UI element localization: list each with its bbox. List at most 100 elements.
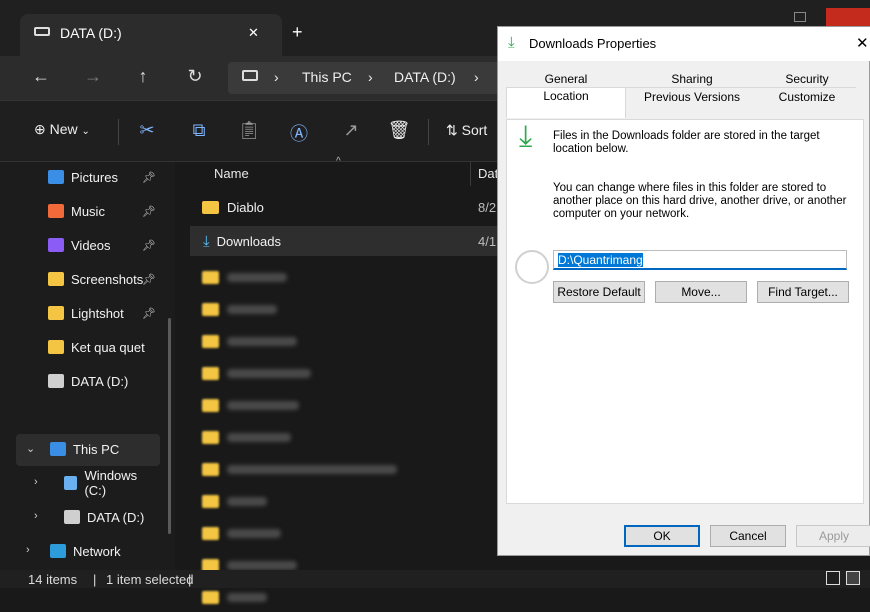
- list-item-date: 4/1: [478, 233, 497, 249]
- close-window-button[interactable]: [826, 8, 870, 26]
- tab-close-icon[interactable]: ✕: [248, 25, 259, 41]
- cut-icon[interactable]: ✂: [134, 120, 160, 141]
- delete-icon[interactable]: 🗑︎: [386, 120, 412, 141]
- folder-icon: [202, 430, 219, 444]
- location-description: Files in the Downloads folder are stored…: [553, 130, 820, 155]
- breadcrumb-data-drive[interactable]: DATA (D:): [394, 69, 456, 85]
- chevron-right-icon[interactable]: ›: [34, 510, 38, 522]
- computer-icon: [50, 442, 66, 456]
- rename-icon[interactable]: Ⓐ: [286, 120, 312, 146]
- folder-icon: [202, 494, 219, 508]
- list-item[interactable]: [190, 358, 500, 388]
- list-item[interactable]: [190, 390, 500, 420]
- pin-icon[interactable]: 📌︎: [142, 307, 156, 320]
- tab-location[interactable]: Location: [506, 87, 626, 118]
- new-button[interactable]: ⊕ New ⌄: [34, 121, 90, 138]
- find-target-button[interactable]: Find Target...: [757, 281, 849, 303]
- sidebar-item[interactable]: Screenshots 📌︎: [14, 264, 164, 294]
- drive-icon: [48, 374, 64, 388]
- tree-item[interactable]: › Network: [0, 536, 150, 566]
- location-help-text: You can change where files in this folde…: [553, 182, 847, 220]
- status-divider: |: [188, 572, 192, 587]
- sort-button[interactable]: ⇅ Sort: [446, 122, 487, 139]
- tree-item[interactable]: › DATA (D:): [0, 502, 150, 532]
- list-item[interactable]: [190, 486, 500, 516]
- column-header-name[interactable]: Name: [214, 166, 249, 181]
- list-item[interactable]: ⤓ Downloads 4/1: [190, 226, 500, 256]
- tree-item-label: This PC: [73, 441, 120, 457]
- dialog-close-icon[interactable]: ✕: [856, 34, 869, 52]
- tree-item[interactable]: › Windows (C:): [0, 468, 150, 498]
- apply-button[interactable]: Apply: [796, 525, 870, 547]
- cancel-button[interactable]: Cancel: [710, 525, 786, 547]
- up-icon[interactable]: ↑: [128, 66, 158, 87]
- tree-item[interactable]: ⌄ This PC: [0, 434, 150, 464]
- new-tab-icon[interactable]: +: [292, 22, 303, 43]
- sidebar-item[interactable]: Ket qua quet: [14, 332, 164, 362]
- list-item[interactable]: Diablo 8/2: [190, 192, 500, 222]
- folder-icon: [202, 366, 219, 380]
- refresh-icon[interactable]: ↻: [180, 66, 210, 87]
- paste-icon[interactable]: 📋︎: [236, 120, 262, 141]
- breadcrumb-sep-icon: ›: [368, 69, 373, 85]
- column-header-date[interactable]: Dat: [478, 166, 498, 181]
- list-item[interactable]: [190, 294, 500, 324]
- chevron-down-icon: ⌄: [81, 126, 90, 137]
- music-icon: [48, 204, 64, 218]
- breadcrumb-sep-icon: ›: [474, 69, 479, 85]
- address-bar[interactable]: › This PC › DATA (D:) ›: [228, 62, 518, 94]
- sidebar-item[interactable]: Videos 📌︎: [14, 230, 164, 260]
- target-path-input[interactable]: D:\Quantrimang: [553, 250, 847, 270]
- back-icon[interactable]: ←: [26, 66, 56, 87]
- sidebar-item-label: Ket qua quet: [71, 339, 145, 355]
- list-item[interactable]: [190, 518, 500, 548]
- tab-data-drive[interactable]: DATA (D:) ✕: [20, 14, 282, 56]
- download-arrow-icon: ⤓: [519, 120, 533, 153]
- folder-icon: [202, 526, 219, 540]
- list-item[interactable]: [190, 326, 500, 356]
- tab-customize[interactable]: Customize: [758, 89, 856, 106]
- list-item-name: Downloads: [216, 233, 281, 249]
- sidebar-item-label: DATA (D:): [71, 373, 129, 389]
- list-item-name: Diablo: [227, 199, 264, 215]
- download-arrow-icon: ⤓: [508, 34, 515, 51]
- pin-icon[interactable]: 📌︎: [142, 273, 156, 286]
- ok-button[interactable]: OK: [624, 525, 700, 547]
- sidebar-item[interactable]: Music 📌︎: [14, 196, 164, 226]
- sidebar-item[interactable]: Pictures 📌︎: [14, 162, 164, 192]
- folder-icon: [48, 306, 64, 320]
- details-view-icon[interactable]: [826, 571, 840, 585]
- tab-previous-versions[interactable]: Previous Versions: [626, 89, 758, 106]
- target-path-text: D:\Quantrimang: [558, 253, 643, 267]
- pin-icon[interactable]: 📌︎: [142, 171, 156, 184]
- sidebar-scrollbar[interactable]: [168, 318, 171, 534]
- tab-general[interactable]: General: [506, 71, 626, 88]
- blurred-name: [227, 304, 277, 314]
- maximize-icon[interactable]: [794, 12, 806, 22]
- chevron-right-icon[interactable]: ›: [26, 544, 30, 556]
- pin-icon[interactable]: 📌︎: [142, 205, 156, 218]
- sidebar-item[interactable]: Lightshot 📌︎: [14, 298, 164, 328]
- copy-icon[interactable]: ⧉: [186, 120, 212, 141]
- blurred-name: [227, 560, 297, 570]
- folder-icon: [202, 200, 219, 214]
- chevron-right-icon[interactable]: ›: [34, 476, 38, 488]
- list-item[interactable]: [190, 454, 500, 484]
- move-button[interactable]: Move...: [655, 281, 747, 303]
- tab-sharing[interactable]: Sharing: [626, 71, 758, 88]
- share-icon[interactable]: ↗: [338, 120, 364, 141]
- blurred-name: [227, 336, 297, 346]
- pin-icon[interactable]: 📌︎: [142, 239, 156, 252]
- breadcrumb-this-pc[interactable]: This PC: [302, 69, 352, 85]
- list-item[interactable]: [190, 262, 500, 292]
- tree-item-label: DATA (D:): [87, 509, 145, 525]
- restore-default-button[interactable]: Restore Default: [553, 281, 645, 303]
- tab-security[interactable]: Security: [758, 71, 856, 88]
- tiles-view-icon[interactable]: [846, 571, 860, 585]
- tab-title: DATA (D:): [60, 25, 122, 41]
- forward-icon[interactable]: →: [78, 66, 108, 87]
- list-item[interactable]: [190, 422, 500, 452]
- blurred-name: [227, 432, 291, 442]
- sidebar-item[interactable]: DATA (D:): [14, 366, 164, 396]
- chevron-down-icon[interactable]: ⌄: [26, 442, 35, 455]
